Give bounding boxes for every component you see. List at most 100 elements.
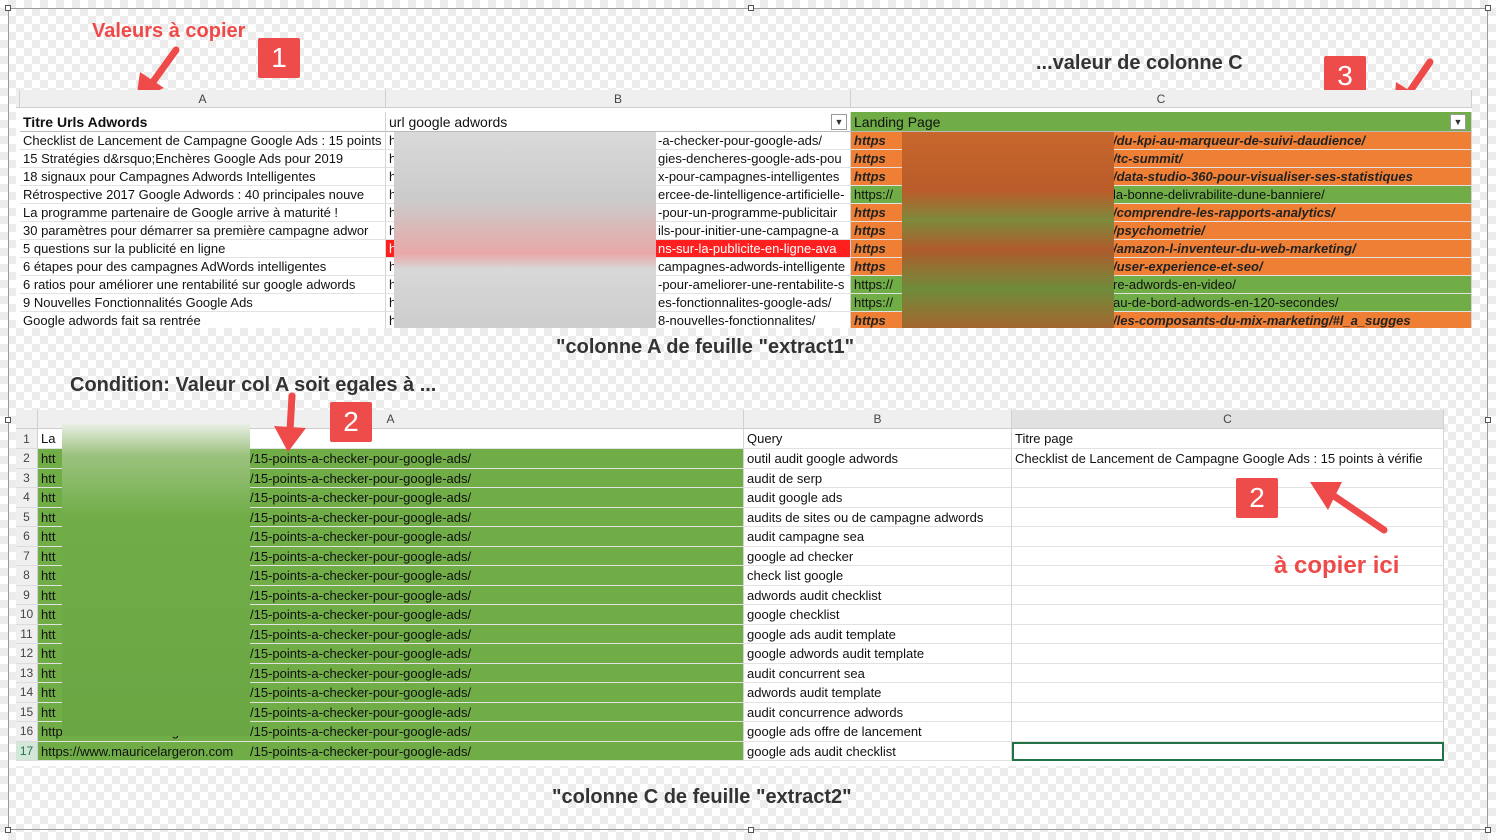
sheet2-cell-a-start: https://www.mauricelargeron.com bbox=[41, 743, 234, 759]
sheet1-col-a-header[interactable]: A bbox=[20, 90, 386, 108]
sheet1-cell-b-end: es-fonctionnalites-google-ads/ bbox=[658, 295, 832, 310]
sheet1-cell-c-end: /data-studio-360-pour-visualiser-ses-sta… bbox=[1113, 169, 1413, 184]
resize-handle-left[interactable] bbox=[5, 417, 11, 423]
sheet1-cell-a[interactable]: Rétrospective 2017 Google Adwords : 40 p… bbox=[20, 186, 386, 204]
sheet2-corner[interactable] bbox=[16, 410, 38, 429]
sheet2-cell-c[interactable] bbox=[1012, 741, 1444, 761]
sheet2-col-b-header[interactable]: B bbox=[744, 410, 1012, 429]
sheet2-cell-b[interactable]: audits de sites ou de campagne adwords bbox=[744, 507, 1012, 527]
sheet2-cell-c[interactable] bbox=[1012, 605, 1444, 625]
sheet2-rownum[interactable]: 15 bbox=[16, 702, 38, 722]
sheet2-cell-a-start: htt bbox=[41, 685, 56, 700]
sheet2-cell-b[interactable]: google ads offre de lancement bbox=[744, 722, 1012, 742]
sheet2-rownum[interactable]: 7 bbox=[16, 546, 38, 566]
sheet2-rownum[interactable]: 13 bbox=[16, 663, 38, 683]
filter-dropdown-c[interactable]: ▼ bbox=[1450, 114, 1466, 130]
sheet2-cell-b[interactable]: audit concurrent sea bbox=[744, 663, 1012, 683]
sheet1-cell-b-end: x-pour-campagnes-intelligentes bbox=[658, 169, 840, 184]
sheet1-cell-c-end: au-de-bord-adwords-en-120-secondes/ bbox=[1113, 295, 1339, 310]
sheet2-cell-b[interactable]: google ad checker bbox=[744, 546, 1012, 566]
sheet1-cell-a[interactable]: 9 Nouvelles Fonctionnalités Google Ads bbox=[20, 294, 386, 312]
sheet1-cell-c-start: https bbox=[854, 223, 886, 238]
sheet1-cell-a[interactable]: 6 ratios pour améliorer une rentabilité … bbox=[20, 276, 386, 294]
resize-handle-top-right[interactable] bbox=[1485, 5, 1491, 11]
sheet2-cell-b[interactable]: check list google bbox=[744, 566, 1012, 586]
resize-handle-right[interactable] bbox=[1485, 417, 1491, 423]
sheet2-cell-a[interactable]: https://www.mauricelargeron.com /15-poin… bbox=[38, 741, 744, 761]
sheet1-cell-a[interactable]: Checklist de Lancement de Campagne Googl… bbox=[20, 132, 386, 150]
sheet1-cell-a[interactable]: 18 signaux pour Campagnes Adwords Intell… bbox=[20, 168, 386, 186]
sheet2-rownum-1[interactable]: 1 bbox=[16, 429, 38, 449]
sheet2-cell-c[interactable] bbox=[1012, 683, 1444, 703]
sheet2-cell-b[interactable]: audit concurrence adwords bbox=[744, 702, 1012, 722]
sheet1-cell-c-end: /les-composants-du-mix-marketing/#l_a_su… bbox=[1113, 313, 1411, 328]
sheet2-cell-b[interactable]: audit campagne sea bbox=[744, 527, 1012, 547]
badge-step-2-condition: 2 bbox=[330, 402, 372, 442]
resize-handle-top[interactable] bbox=[748, 5, 754, 11]
sheet2-cell-a-end: /15-points-a-checker-pour-google-ads/ bbox=[250, 607, 472, 622]
sheet2-rownum[interactable]: 16 bbox=[16, 722, 38, 742]
sheet2-cell-c[interactable] bbox=[1012, 722, 1444, 742]
sheet1-cell-a[interactable]: 6 étapes pour des campagnes AdWords inte… bbox=[20, 258, 386, 276]
sheet1-cell-a[interactable]: 30 paramètres pour démarrer sa première … bbox=[20, 222, 386, 240]
sheet2-caption: "colonne C de feuille "extract2" bbox=[552, 786, 852, 808]
sheet2-cell-c[interactable]: Checklist de Lancement de Campagne Googl… bbox=[1012, 449, 1444, 469]
sheet2-rownum[interactable]: 17 bbox=[16, 741, 38, 761]
sheet1-cell-a[interactable]: La programme partenaire de Google arrive… bbox=[20, 204, 386, 222]
sheet2-rownum[interactable]: 5 bbox=[16, 507, 38, 527]
sheet1-header-a[interactable]: Titre Urls Adwords bbox=[20, 112, 386, 132]
sheet2-cell-a-end: /15-points-a-checker-pour-google-ads/ bbox=[250, 568, 472, 583]
sheet2-cell-a-end: /15-points-a-checker-pour-google-ads/ bbox=[250, 548, 472, 564]
sheet1-cell-b-end: 8-nouvelles-fonctionnalites/ bbox=[658, 313, 816, 328]
sheet1-cell-c-end: /psychometrie/ bbox=[1113, 223, 1205, 238]
sheet1-cell-a[interactable]: Google adwords fait sa rentrée bbox=[20, 312, 386, 328]
sheet1-caption: "colonne A de feuille "extract1" bbox=[556, 336, 855, 358]
sheet1-cell-a[interactable]: 5 questions sur la publicité en ligne bbox=[20, 240, 386, 258]
sheet2-rownum[interactable]: 8 bbox=[16, 566, 38, 586]
note-copy-here: à copier ici bbox=[1274, 552, 1400, 579]
sheet1-cell-a[interactable]: 15 Stratégies d&rsquo;Enchères Google Ad… bbox=[20, 150, 386, 168]
sheet1-cell-c-end: re-adwords-en-video/ bbox=[1113, 277, 1236, 292]
sheet2-cell-b[interactable]: adwords audit template bbox=[744, 683, 1012, 703]
filter-dropdown-b[interactable]: ▼ bbox=[831, 114, 847, 130]
sheet2-cell-b[interactable]: google ads audit template bbox=[744, 624, 1012, 644]
sheet2-rownum[interactable]: 9 bbox=[16, 585, 38, 605]
sheet1-header-c[interactable]: Landing Page bbox=[851, 112, 1472, 132]
sheet2-rownum[interactable]: 6 bbox=[16, 527, 38, 547]
sheet2-cell-b[interactable]: audit google ads bbox=[744, 488, 1012, 508]
blurred-url-region-a bbox=[62, 424, 250, 736]
sheet2-cell-a-start: htt bbox=[41, 587, 56, 603]
sheet2-rownum[interactable]: 2 bbox=[16, 449, 38, 469]
sheet2-rownum[interactable]: 4 bbox=[16, 488, 38, 508]
sheet2-header-b[interactable]: Query bbox=[744, 429, 1012, 449]
sheet2-cell-a-end: /15-points-a-checker-pour-google-ads/ bbox=[250, 529, 472, 544]
sheet2-cell-a-start: htt bbox=[41, 509, 56, 525]
sheet1-col-b-header[interactable]: B bbox=[386, 90, 851, 108]
sheet2-cell-b[interactable]: outil audit google adwords bbox=[744, 449, 1012, 469]
sheet2-rownum[interactable]: 10 bbox=[16, 605, 38, 625]
resize-handle-bottom[interactable] bbox=[748, 827, 754, 833]
sheet2-rownum[interactable]: 14 bbox=[16, 683, 38, 703]
sheet2-cell-b[interactable]: adwords audit checklist bbox=[744, 585, 1012, 605]
note-col-c-value: ...valeur de colonne C bbox=[1036, 52, 1243, 74]
sheet2-cell-c[interactable] bbox=[1012, 624, 1444, 644]
sheet2-rownum[interactable]: 3 bbox=[16, 468, 38, 488]
sheet2-rownum[interactable]: 12 bbox=[16, 644, 38, 664]
sheet2-cell-b[interactable]: google adwords audit template bbox=[744, 644, 1012, 664]
resize-handle-bottom-right[interactable] bbox=[1485, 827, 1491, 833]
sheet2-cell-c[interactable] bbox=[1012, 585, 1444, 605]
sheet2-cell-b[interactable]: google ads audit checklist bbox=[744, 741, 1012, 761]
sheet2-cell-c[interactable] bbox=[1012, 702, 1444, 722]
sheet1-header-b[interactable]: url google adwords bbox=[386, 112, 851, 132]
sheet1-col-c-header[interactable]: C bbox=[851, 90, 1472, 108]
sheet2-rownum[interactable]: 11 bbox=[16, 624, 38, 644]
resize-handle-top-left[interactable] bbox=[5, 5, 11, 11]
sheet2-cell-b[interactable]: audit de serp bbox=[744, 468, 1012, 488]
sheet1-cell-c-start: https:// bbox=[854, 187, 894, 202]
sheet2-cell-c[interactable] bbox=[1012, 644, 1444, 664]
resize-handle-bottom-left[interactable] bbox=[5, 827, 11, 833]
sheet2-header-c[interactable]: Titre page bbox=[1012, 429, 1444, 449]
sheet2-cell-c[interactable] bbox=[1012, 663, 1444, 683]
sheet2-cell-b[interactable]: google checklist bbox=[744, 605, 1012, 625]
sheet2-col-c-header[interactable]: C bbox=[1012, 410, 1444, 429]
